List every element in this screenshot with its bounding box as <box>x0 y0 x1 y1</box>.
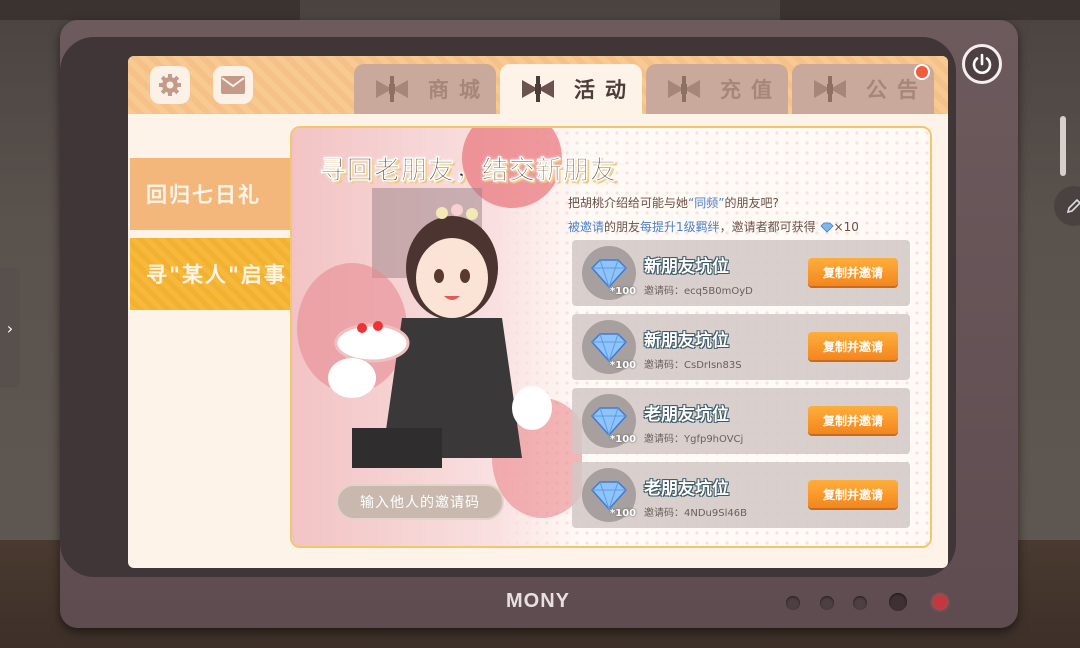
desc-text: ，邀请者都可获得 <box>719 220 816 234</box>
copy-invite-button[interactable]: 复制并邀请 <box>808 480 898 508</box>
copy-invite-button[interactable]: 复制并邀请 <box>808 258 898 286</box>
bow-icon <box>668 76 700 102</box>
ceiling-beam <box>0 0 300 20</box>
code-label: 邀请码： <box>644 434 684 445</box>
tab-label: 充值 <box>720 78 782 102</box>
bow-icon <box>522 76 554 102</box>
invite-code-input[interactable]: 输入他人的邀请码 <box>336 484 504 520</box>
desc-highlight: 每提升1级羁绊 <box>640 220 720 234</box>
chevron-right-icon: › <box>6 318 14 338</box>
copy-invite-button[interactable]: 复制并邀请 <box>808 406 898 434</box>
tab-label: 活动 <box>574 78 636 102</box>
panel-reward-description: 被邀请的朋友每提升1级羁绊，邀请者都可获得 ×10 <box>568 218 859 235</box>
gear-icon <box>159 74 181 96</box>
slot-code: 邀请码：4NDu9Sl46B <box>644 504 747 519</box>
code-value: 4NDu9Sl46B <box>684 508 747 519</box>
code-label: 邀请码： <box>644 286 684 297</box>
friend-slot: *100 新朋友坑位 邀请码：CsDrIsn83S 复制并邀请 <box>572 314 910 380</box>
diamond-icon <box>590 407 628 437</box>
friend-slot: *100 新朋友坑位 邀请码：ecq5B0mOyD 复制并邀请 <box>572 240 910 306</box>
tab-recharge[interactable]: 充值 <box>646 64 788 114</box>
panel-description: 把胡桃介绍给可能与她“同频”的朋友吧? <box>568 194 779 211</box>
gem-count: *100 <box>610 508 637 519</box>
tab-shop[interactable]: 商城 <box>354 64 496 114</box>
gem-count: *100 <box>610 286 637 297</box>
slot-title: 新朋友坑位 <box>644 257 729 277</box>
desc-text: 把胡桃介绍给可能与她 <box>568 196 689 210</box>
notification-dot <box>914 64 930 80</box>
code-value: ecq5B0mOyD <box>684 286 753 297</box>
desc-highlight: 被邀请 <box>568 220 605 234</box>
tv-knob <box>820 596 834 610</box>
diamond-icon <box>819 222 834 233</box>
code-label: 邀请码： <box>644 360 684 371</box>
slot-code: 邀请码：ecq5B0mOyD <box>644 282 753 297</box>
copy-invite-button[interactable]: 复制并邀请 <box>808 332 898 360</box>
slot-code: 邀请码：CsDrIsn83S <box>644 356 742 371</box>
tv-power-light <box>933 595 947 609</box>
mail-icon <box>221 76 245 94</box>
menu-item-label: 寻"某人"启事 <box>146 263 287 287</box>
event-panel: 寻回老朋友，结交新朋友 把胡桃介绍给可能与她“同频”的朋友吧? 被邀请的朋友每提… <box>290 126 932 548</box>
panel-title: 寻回老朋友，结交新朋友 <box>320 156 618 187</box>
invite-input-placeholder: 输入他人的邀请码 <box>360 495 480 511</box>
settings-button[interactable] <box>150 66 190 104</box>
friend-slot: *100 老朋友坑位 邀请码：Ygfp9hOVCj 复制并邀请 <box>572 388 910 454</box>
bow-icon <box>376 76 408 102</box>
tv-brand: MONY <box>506 590 570 612</box>
diamond-icon <box>590 481 628 511</box>
desc-text: 的朋友吧? <box>724 196 779 210</box>
power-button[interactable] <box>962 44 1002 84</box>
menu-item-find-someone[interactable]: 寻"某人"启事 <box>130 238 292 310</box>
top-bar: 商城 活动 充值 公告 <box>128 56 948 114</box>
ceiling-beam <box>780 0 1080 20</box>
menu-item-return-gift[interactable]: 回归七日礼 <box>130 158 292 230</box>
tv-knob <box>889 593 907 611</box>
expand-side-button[interactable]: › <box>0 268 20 388</box>
code-value: CsDrIsn83S <box>684 360 742 371</box>
power-icon <box>972 53 992 74</box>
gem-count: *100 <box>610 434 637 445</box>
slot-title: 老朋友坑位 <box>644 479 729 499</box>
desc-highlight: “同频” <box>688 196 725 210</box>
gem-count: *100 <box>610 360 637 371</box>
slot-title: 老朋友坑位 <box>644 405 729 425</box>
menu-item-label: 回归七日礼 <box>146 183 261 207</box>
tv-knob <box>786 596 800 610</box>
slot-code: 邀请码：Ygfp9hOVCj <box>644 430 743 445</box>
slot-title: 新朋友坑位 <box>644 331 729 351</box>
friend-slot: *100 老朋友坑位 邀请码：4NDu9Sl46B 复制并邀请 <box>572 462 910 528</box>
game-screen: 商城 活动 充值 公告 回归七日礼 寻"某人"启事 寻回老朋友，结交新朋友 把胡… <box>128 56 948 568</box>
tab-announcements[interactable]: 公告 <box>792 64 934 114</box>
tv-knob <box>853 596 867 610</box>
desc-text: 的朋友 <box>604 220 641 234</box>
tab-events[interactable]: 活动 <box>500 64 642 114</box>
code-value: Ygfp9hOVCj <box>684 434 744 445</box>
tab-label: 商城 <box>428 78 490 102</box>
diamond-icon <box>590 333 628 363</box>
diamond-icon <box>590 259 628 289</box>
mail-button[interactable] <box>213 66 253 104</box>
reward-count: ×10 <box>833 220 859 234</box>
code-label: 邀请码： <box>644 508 684 519</box>
pen-icon <box>1066 198 1080 214</box>
bow-icon <box>814 76 846 102</box>
scroll-indicator[interactable] <box>1060 116 1066 176</box>
